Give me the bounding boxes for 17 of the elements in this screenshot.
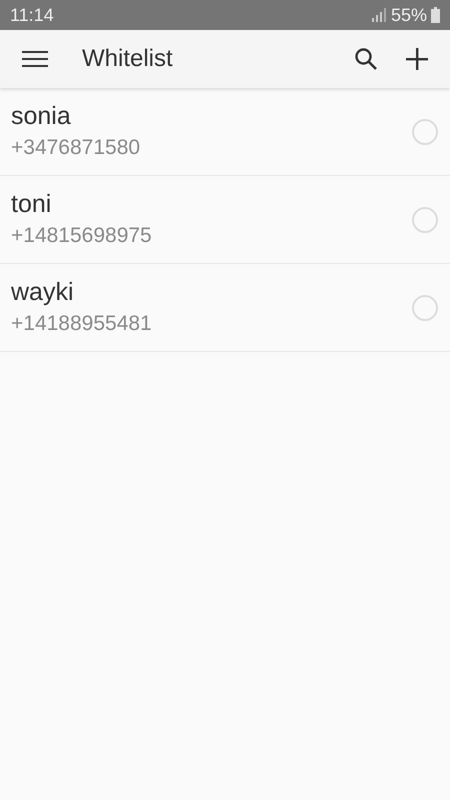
signal-icon — [370, 8, 387, 22]
phone-number: +14188955481 — [11, 310, 152, 336]
search-icon — [354, 47, 378, 71]
screen-title: Whitelist — [82, 44, 174, 74]
phone-number: +3476871580 — [11, 134, 140, 160]
plus-icon — [406, 48, 428, 70]
phone-number: +14815698975 — [11, 222, 152, 248]
contact-name: wayki — [11, 279, 74, 307]
radio-button[interactable] — [412, 206, 438, 232]
battery-icon — [431, 7, 440, 23]
radio-button[interactable] — [412, 294, 438, 320]
status-time: 11:14 — [10, 4, 54, 26]
battery-level: 55% — [390, 4, 427, 26]
radio-button[interactable] — [412, 118, 438, 144]
contact-name: toni — [11, 191, 52, 219]
menu-icon — [22, 50, 48, 68]
contact-name: sonia — [11, 103, 71, 131]
